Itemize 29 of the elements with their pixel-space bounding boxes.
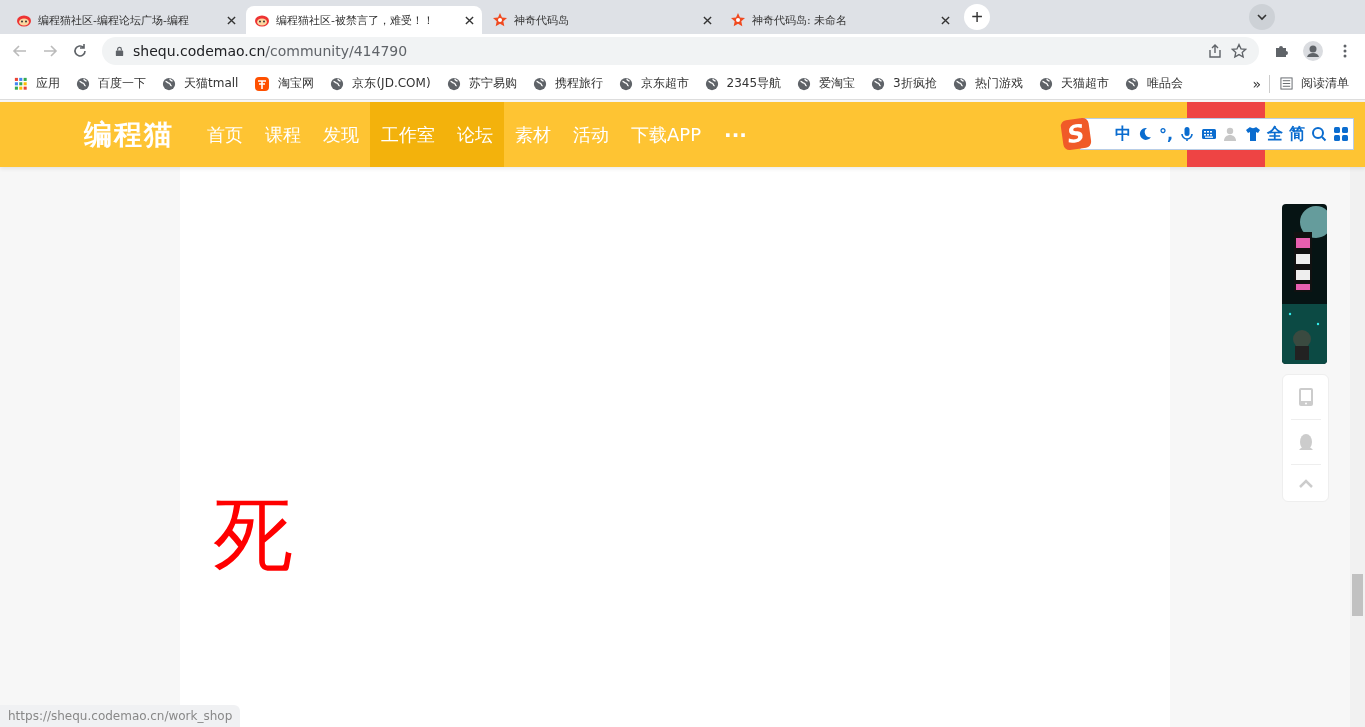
ime-toggle[interactable]: 全 <box>1267 123 1284 145</box>
bookmark-item[interactable]: 天猫超市 <box>1038 75 1109 92</box>
bookmark-item[interactable]: 应用 <box>14 75 60 92</box>
browser-tab[interactable]: 编程猫社区-编程论坛广场-编程 <box>8 6 244 34</box>
ime-toggle[interactable]: °, <box>1159 124 1174 144</box>
browser-tab[interactable]: 神奇代码岛: 未命名 <box>722 6 958 34</box>
reading-list-button[interactable]: 阅读清单 <box>1280 75 1349 92</box>
bookmark-item[interactable]: 2345导航 <box>704 75 782 92</box>
bookmark-item[interactable]: 唯品会 <box>1124 75 1183 92</box>
browser-tab[interactable]: 神奇代码岛 <box>484 6 720 34</box>
url-text: shequ.codemao.cn/community/414790 <box>133 43 408 59</box>
bookmark-item[interactable]: 携程旅行 <box>532 75 603 92</box>
address-bar[interactable]: shequ.codemao.cn/community/414790 <box>102 37 1259 65</box>
more-bookmarks-button[interactable]: » <box>1252 75 1261 92</box>
ime-toggle[interactable]: 中 <box>1115 123 1131 145</box>
bookmark-item[interactable]: 爱淘宝 <box>797 75 856 92</box>
bookmark-item[interactable]: 天猫tmall <box>162 75 239 92</box>
browser-tab[interactable]: 编程猫社区-被禁言了，难受！！ <box>246 6 482 34</box>
bookmark-item[interactable]: 百度一下 <box>76 75 146 92</box>
bookmark-item[interactable]: 3折疯抢 <box>871 75 937 92</box>
bookmark-item[interactable]: 淘宝网 <box>254 75 315 92</box>
bookmark-item[interactable]: 京东(JD.COM) <box>330 75 431 92</box>
ime-toggle[interactable]: 简 <box>1289 123 1306 145</box>
status-url: https://shequ.codemao.cn/work_shop <box>0 705 241 727</box>
new-tab-button[interactable]: + <box>964 4 990 30</box>
bookmark-item[interactable]: 苏宁易购 <box>446 75 517 92</box>
post-text: 死 <box>213 495 293 575</box>
bookmark-item[interactable]: 热门游戏 <box>952 75 1023 92</box>
bookmark-item[interactable]: 京东超市 <box>618 75 689 92</box>
